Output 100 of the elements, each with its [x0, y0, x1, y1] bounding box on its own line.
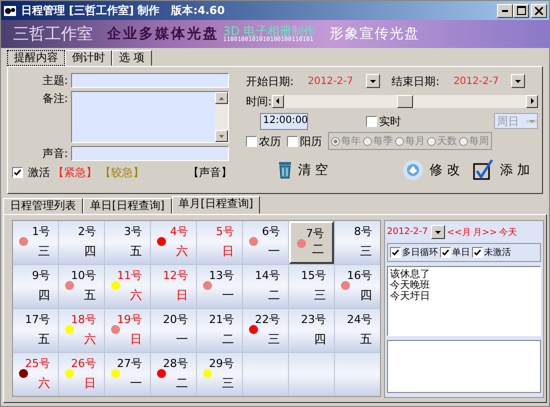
checkbox[interactable] — [287, 136, 298, 146]
down-arrow-icon — [219, 134, 224, 138]
scroll-right-button[interactable] — [526, 94, 538, 108]
dropdown-button[interactable] — [366, 74, 380, 88]
scrollbar[interactable] — [215, 92, 228, 142]
caret-icon — [528, 120, 534, 122]
tab[interactable]: 提醒内容 — [7, 50, 65, 66]
checkbox-label: 阳历 — [300, 134, 322, 148]
edit-button[interactable]: 修 改 — [402, 159, 460, 181]
window-title: 日程管理 [三哲工作室] 制作 版本:4.60 — [21, 3, 225, 18]
caret-icon — [434, 230, 441, 234]
banner-slogan: 3D 电子相册制作 — [223, 25, 316, 37]
field-label: 开始日期: — [246, 74, 294, 88]
selected-date: 2012-2-7 — [387, 227, 428, 237]
radio-label: 每月 — [405, 135, 425, 148]
clear-button[interactable]: 清 空 — [278, 161, 328, 179]
field-label: 备注: — [41, 91, 69, 106]
calendar-day[interactable]: 13号 一 — [197, 265, 242, 308]
add-button[interactable]: 添 加 — [472, 159, 530, 181]
calendar-day[interactable]: 3号 五 — [105, 221, 150, 264]
subject-field[interactable] — [71, 73, 229, 88]
radio-button[interactable] — [395, 136, 404, 146]
checkbox[interactable] — [12, 167, 23, 178]
checkbox[interactable] — [440, 247, 451, 258]
scroll-left-button[interactable] — [272, 94, 284, 108]
dropdown-button[interactable] — [511, 74, 526, 88]
caret-icon — [370, 80, 376, 82]
minimize-icon — [502, 10, 508, 12]
left-arrow-icon — [276, 98, 280, 104]
maximize-icon — [516, 6, 526, 15]
banner-slogan: 形象宣传光盘 — [330, 25, 420, 43]
note-field[interactable] — [71, 91, 229, 143]
calendar-day[interactable]: 24号 五 — [335, 309, 380, 352]
event-item[interactable]: 该休息了 — [390, 269, 538, 280]
date-value: 2012-2-7 — [308, 76, 354, 86]
trash-can-icon — [278, 161, 292, 179]
field-label: 结束日期: — [392, 74, 440, 88]
calendar-day[interactable]: 22号 三 — [243, 309, 288, 352]
app-icon — [3, 4, 17, 18]
checkbox[interactable] — [472, 247, 483, 258]
radio-button[interactable] — [459, 136, 468, 146]
calendar-day[interactable]: 16号 四 — [335, 265, 380, 308]
radio-button[interactable] — [427, 136, 436, 146]
calendar-day[interactable]: 8号 三 — [335, 221, 380, 264]
calendar-day[interactable]: 15号 三 — [289, 265, 334, 308]
close-icon — [535, 6, 543, 14]
radio-button[interactable] — [331, 136, 340, 146]
calendar-day[interactable]: 1号 三 — [13, 221, 58, 264]
time-slider-thumb[interactable] — [396, 94, 413, 108]
radio-label: 每周 — [469, 135, 489, 148]
checkbox-label: 激活 — [28, 165, 50, 180]
radio-button[interactable] — [363, 136, 372, 146]
tab[interactable]: 单月[日程查询] — [172, 196, 260, 214]
checkbox-label: 多日循环 — [402, 246, 438, 259]
calendar-day[interactable]: 17号 五 — [13, 309, 58, 352]
tab[interactable]: 日程管理列表 — [3, 198, 83, 214]
check-box-icon — [472, 159, 494, 181]
field-label: 声音: — [41, 146, 69, 161]
minimize-button[interactable] — [497, 4, 513, 18]
field-label: 主题: — [41, 73, 69, 88]
right-arrow-icon — [530, 98, 534, 104]
checkbox[interactable] — [390, 247, 401, 258]
banner-slogan: 企业多媒体光盘 — [107, 25, 219, 43]
maximize-button[interactable] — [513, 4, 529, 18]
scroll-up-button[interactable] — [215, 92, 228, 104]
calendar-day[interactable]: 20号 一 — [151, 309, 196, 352]
caret-icon — [515, 80, 522, 82]
sound-field[interactable] — [71, 146, 229, 161]
calendar-day[interactable]: 23号 四 — [289, 309, 334, 352]
tab[interactable]: 选 项 — [112, 50, 152, 66]
tab[interactable]: 单日[日程查询] — [83, 198, 172, 214]
calendar-day[interactable]: 7号 二 — [289, 221, 334, 264]
checkbox[interactable] — [246, 136, 257, 146]
checkbox-label: 未激活 — [484, 246, 511, 259]
checkbox-label: 农历 — [259, 134, 281, 148]
calendar-day[interactable]: 29号 三 — [197, 353, 242, 396]
calendar-day[interactable]: 21号 二 — [197, 309, 242, 352]
close-button[interactable] — [531, 4, 547, 18]
calendar-day[interactable]: 27号 一 — [105, 353, 150, 396]
calendar-day[interactable]: 2号 四 — [59, 221, 104, 264]
event-item[interactable]: 今天圩日 — [390, 291, 538, 302]
checkbox-label: 实时 — [379, 114, 401, 128]
calendar-day[interactable]: 10号 五 — [59, 265, 104, 308]
studio-name: 三哲工作室 — [13, 24, 93, 44]
checkbox-label: 单日 — [452, 246, 470, 259]
calendar-day[interactable]: 9号 四 — [13, 265, 58, 308]
up-arrow-icon — [219, 96, 224, 100]
calendar-day[interactable]: 28号 二 — [151, 353, 196, 396]
radio-label: 每季 — [373, 134, 393, 148]
time-field[interactable]: 12:00:00 — [260, 112, 308, 130]
tab[interactable]: 倒计时 — [65, 50, 112, 66]
date-value: 2012-2-7 — [453, 76, 500, 86]
scroll-down-button[interactable] — [215, 130, 228, 142]
event-item[interactable]: 今天晚班 — [390, 280, 538, 291]
calendar-day[interactable]: 14号 二 — [243, 265, 288, 308]
checkbox[interactable] — [366, 116, 377, 126]
calendar-day[interactable]: 6号 一 — [243, 221, 288, 264]
radio-label: 天数 — [437, 135, 457, 148]
sound-tag[interactable]: 【声音】 — [188, 165, 232, 180]
dropdown-button[interactable] — [430, 225, 445, 239]
